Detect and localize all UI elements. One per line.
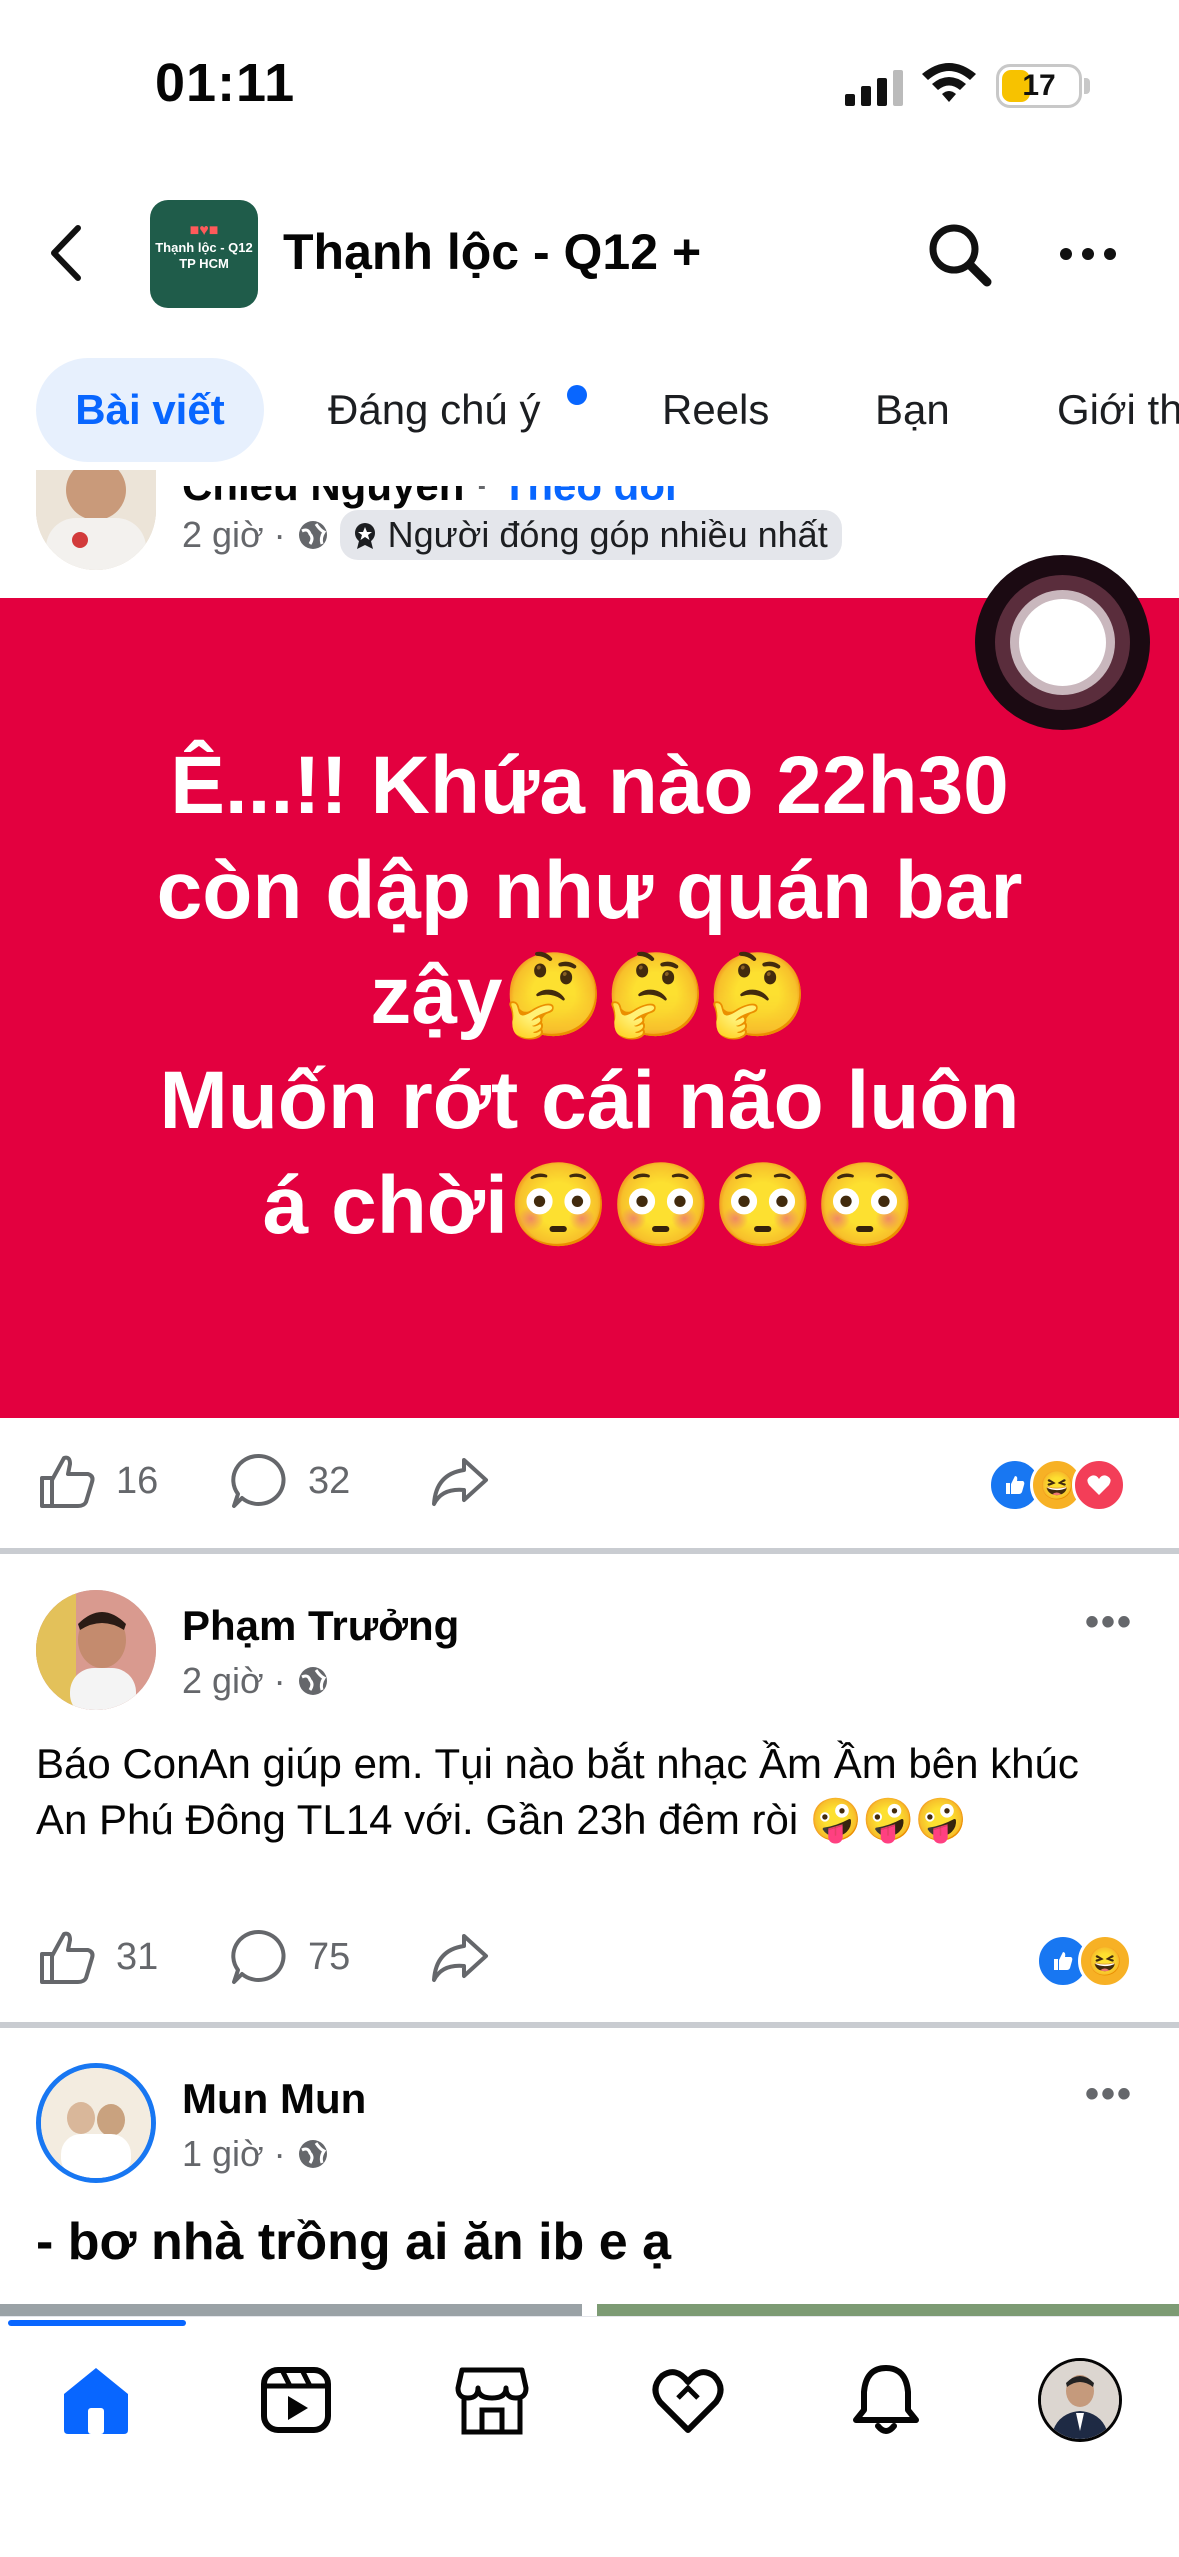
bell-icon[interactable]: [846, 2360, 926, 2440]
battery-level: 17: [1022, 69, 1056, 102]
post-text: Báo ConAn giúp em. Tụi nào bắt nhạc Ầm Ầ…: [36, 1740, 1079, 1843]
group-title[interactable]: Thạnh lộc - Q12 +: [283, 223, 701, 281]
nav-active-indicator: [8, 2320, 186, 2326]
like-icon: [40, 1931, 95, 1984]
comment-count: 32: [308, 1459, 351, 1502]
back-arrow-icon[interactable]: [40, 218, 100, 288]
video-icon[interactable]: [256, 2360, 336, 2440]
globe-icon: [298, 1667, 327, 1695]
reaction-summary[interactable]: 😆: [1036, 1934, 1132, 1988]
post-time[interactable]: 1 giờ: [182, 2133, 264, 2175]
home-icon[interactable]: [56, 2360, 136, 2440]
post-author[interactable]: Chiều Nguyễn · Theo dõi: [182, 486, 677, 510]
post-more-icon[interactable]: •••: [1085, 2072, 1133, 2117]
wifi-icon: [922, 63, 976, 102]
tab-about[interactable]: Giới th: [1057, 360, 1179, 460]
post-meta: 1 giờ ·: [182, 2133, 330, 2175]
comment-button[interactable]: 32: [228, 1450, 350, 1512]
card-line: zậy🤔🤔🤔: [370, 950, 809, 1041]
tab-friends[interactable]: Bạn: [875, 360, 950, 460]
card-line: á chời😳😳😳😳: [262, 1160, 917, 1251]
like-icon: [40, 1455, 95, 1508]
post-time[interactable]: 2 giờ: [182, 1660, 264, 1702]
tab-featured[interactable]: Đáng chú ý: [328, 360, 540, 460]
tab-reels[interactable]: Reels: [662, 360, 769, 460]
post-text-card[interactable]: Ê...!! Khứa nào 22h30 còn dập như quán b…: [0, 598, 1179, 1418]
like-count: 16: [116, 1459, 159, 1502]
bottom-nav: [0, 2316, 1179, 2557]
post-author-name[interactable]: Mun Mun: [182, 2075, 366, 2123]
card-line: Ê...!! Khứa nào 22h30: [170, 740, 1009, 831]
group-logo-line-1: Thạnh lộc - Q12: [155, 240, 253, 255]
globe-icon: [298, 521, 327, 549]
like-count: 31: [116, 1935, 159, 1978]
award-icon: [354, 523, 375, 549]
tab-posts[interactable]: Bài viết: [36, 358, 264, 462]
reaction-summary[interactable]: 😆: [988, 1458, 1126, 1512]
group-logo-line-2: TP HCM: [179, 256, 229, 271]
card-line: còn dập như quán bar: [156, 845, 1023, 936]
post-separator: [0, 1548, 1179, 1554]
avatar[interactable]: [36, 1590, 156, 1710]
marketplace-icon[interactable]: [452, 2360, 532, 2440]
post-text: - bơ nhà trồng ai ăn ib e ạ: [36, 2213, 672, 2271]
haha-reaction-icon: 😆: [1078, 1934, 1132, 1988]
top-contributor-badge[interactable]: Người đóng góp nhiều nhất: [339, 510, 842, 560]
follow-link[interactable]: Theo dõi: [502, 486, 677, 509]
like-button[interactable]: 16: [36, 1450, 158, 1512]
search-icon[interactable]: [925, 220, 995, 290]
card-line: Muốn rớt cái não luôn: [159, 1055, 1020, 1146]
signal-icon: [845, 70, 903, 106]
comment-button[interactable]: 75: [228, 1926, 350, 1988]
dating-heart-icon[interactable]: [648, 2360, 728, 2440]
profile-avatar[interactable]: [1038, 2358, 1122, 2442]
badge-label: Người đóng góp nhiều nhất: [387, 514, 828, 555]
love-reaction-icon: [1072, 1458, 1126, 1512]
post-separator: [0, 2022, 1179, 2028]
battery-icon: 17: [996, 64, 1082, 108]
comment-icon: [231, 1453, 286, 1508]
post-more-icon[interactable]: •••: [1085, 1600, 1133, 1645]
share-icon[interactable]: [428, 1450, 490, 1512]
status-time: 01:11: [155, 53, 296, 113]
share-icon[interactable]: [428, 1926, 490, 1988]
post-author-name[interactable]: Chiều Nguyễn: [182, 486, 464, 509]
more-options-icon[interactable]: [1058, 242, 1118, 266]
avatar[interactable]: [36, 2063, 156, 2183]
assistive-touch-button[interactable]: [975, 555, 1150, 730]
post-meta: 2 giờ ·: [182, 1660, 330, 1702]
comment-count: 75: [308, 1935, 351, 1978]
tab-featured-dot: [567, 385, 587, 405]
group-logo[interactable]: ■♥■ Thạnh lộc - Q12 TP HCM: [150, 200, 258, 308]
avatar[interactable]: [36, 470, 156, 570]
post-meta: 2 giờ · Người đóng góp nhiều nhất: [182, 510, 842, 560]
post-time[interactable]: 2 giờ: [182, 514, 264, 556]
comment-icon: [231, 1929, 286, 1984]
globe-icon: [298, 2140, 327, 2168]
like-button[interactable]: 31: [36, 1926, 158, 1988]
post-author-name[interactable]: Phạm Trưởng: [182, 1602, 459, 1650]
